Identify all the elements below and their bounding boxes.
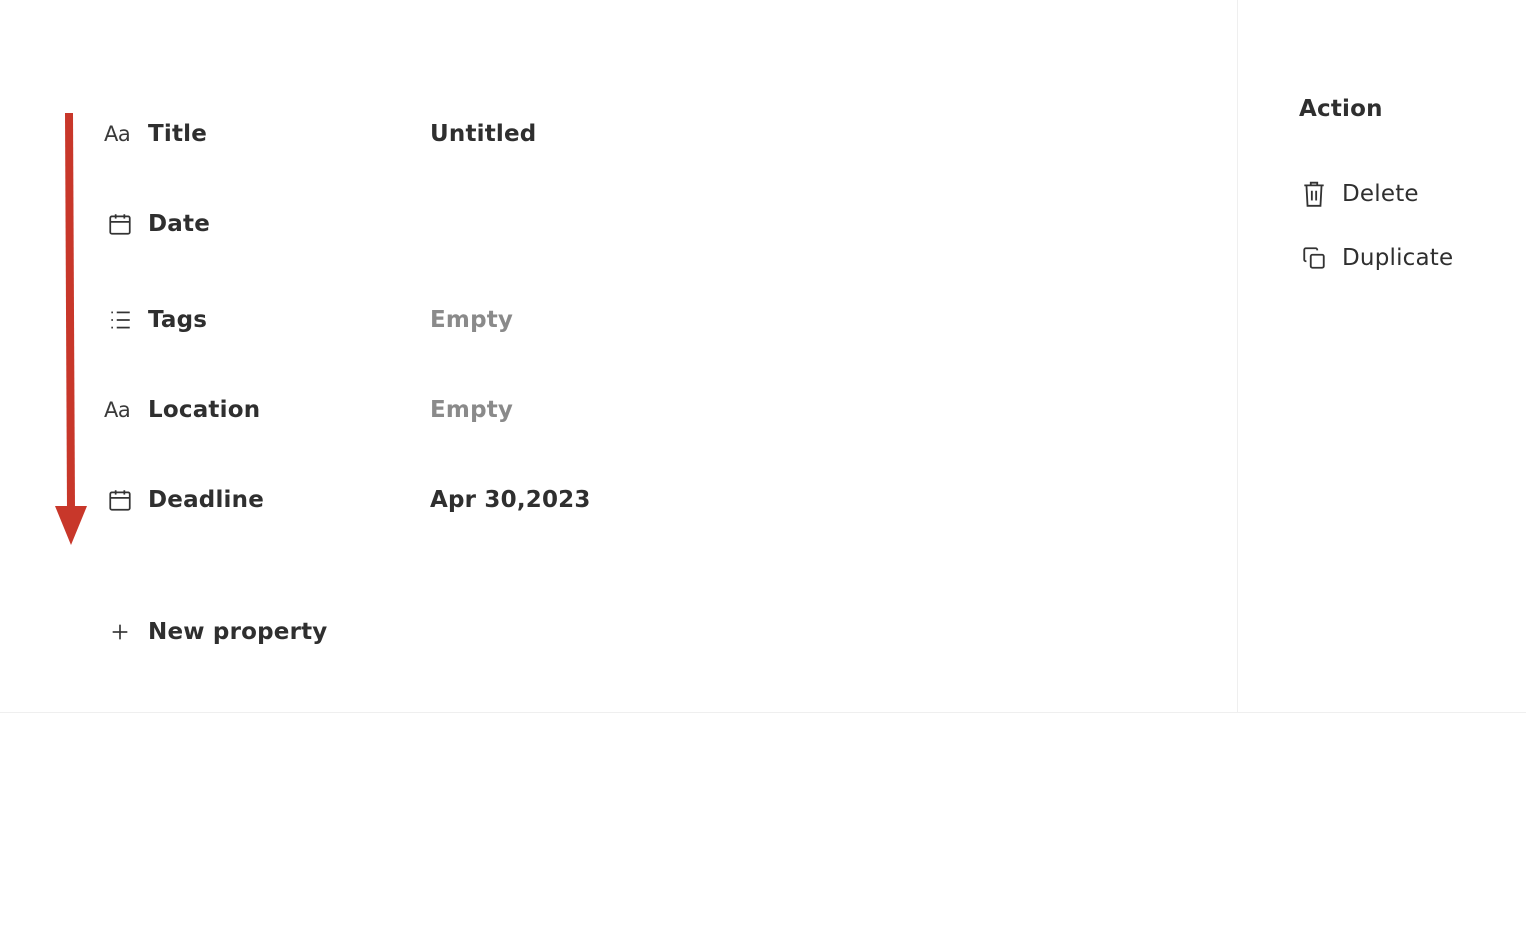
properties-main: Aa Title Untitled Date Tags Empty Aa Loc… bbox=[0, 0, 1238, 712]
property-value[interactable]: Untitled bbox=[430, 121, 536, 147]
property-name: Tags bbox=[148, 307, 208, 333]
property-name: Date bbox=[148, 211, 211, 237]
duplicate-icon bbox=[1300, 244, 1328, 272]
property-row-tags[interactable]: Tags Empty bbox=[104, 300, 1204, 340]
text-type-icon: Aa bbox=[104, 122, 131, 146]
action-title: Action bbox=[1299, 96, 1383, 122]
property-row-location[interactable]: Aa Location Empty bbox=[104, 390, 1204, 430]
calendar-icon bbox=[104, 208, 136, 240]
text-type-icon: Aa bbox=[104, 398, 131, 422]
property-row-date[interactable]: Date bbox=[104, 204, 1204, 244]
properties-panel: Aa Title Untitled Date Tags Empty Aa Loc… bbox=[0, 0, 1526, 713]
list-icon bbox=[104, 304, 136, 336]
red-down-arrow bbox=[55, 112, 87, 545]
new-property-button[interactable]: New property bbox=[104, 612, 1204, 652]
action-sidebar: Action Delete Duplicate bbox=[1238, 0, 1526, 712]
property-value[interactable]: Empty bbox=[430, 307, 513, 333]
property-name: Location bbox=[148, 397, 261, 423]
property-name: Deadline bbox=[148, 487, 265, 513]
property-row-deadline[interactable]: Deadline Apr 30,2023 bbox=[104, 480, 1204, 520]
property-row-title[interactable]: Aa Title Untitled bbox=[104, 114, 1204, 154]
delete-label: Delete bbox=[1342, 181, 1419, 207]
duplicate-button[interactable]: Duplicate bbox=[1300, 240, 1453, 276]
property-value[interactable]: Apr 30,2023 bbox=[430, 487, 591, 513]
new-property-label: New property bbox=[148, 619, 328, 645]
duplicate-label: Duplicate bbox=[1342, 245, 1454, 271]
plus-icon bbox=[104, 616, 136, 648]
delete-button[interactable]: Delete bbox=[1300, 176, 1419, 212]
trash-icon bbox=[1300, 180, 1328, 208]
property-value[interactable]: Empty bbox=[430, 397, 513, 423]
calendar-icon bbox=[104, 484, 136, 516]
property-name: Title bbox=[148, 121, 208, 147]
